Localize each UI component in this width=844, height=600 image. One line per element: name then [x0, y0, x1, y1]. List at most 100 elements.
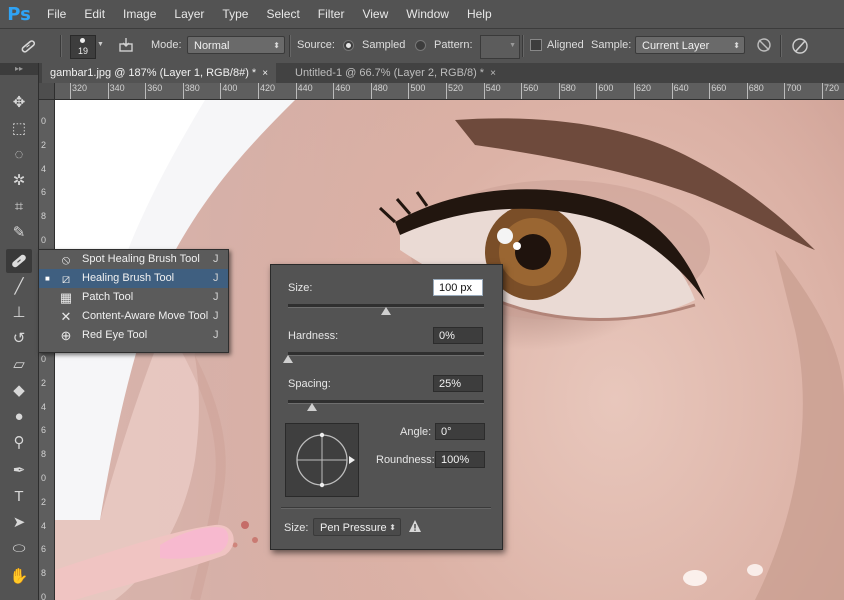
magic-wand-tool-icon[interactable]: ✲ [6, 169, 32, 193]
pen-tool-icon[interactable]: ✒ [6, 459, 32, 483]
menu-file[interactable]: File [38, 0, 75, 28]
spacing-slider-track[interactable] [288, 400, 484, 404]
roundness-input[interactable]: 100% [435, 451, 485, 468]
ruler-h-tick [746, 83, 748, 99]
ruler-h-tick [596, 83, 598, 99]
menu-select[interactable]: Select [257, 0, 308, 28]
horizontal-ruler[interactable]: 320 340 360 380 400 420 440 460 480 500 520 540 560 5… [38, 83, 844, 100]
move-tool-icon[interactable]: ✥ [6, 91, 32, 115]
ruler-h-label: 340 [109, 83, 125, 93]
sampled-radio[interactable] [343, 40, 354, 51]
ruler-h-label: 320 [72, 83, 88, 93]
pressure-size-label: Size: [284, 522, 309, 534]
source-label: Source: [297, 39, 335, 51]
spacing-input[interactable]: 25% [433, 375, 483, 392]
menu-edit[interactable]: Edit [75, 0, 114, 28]
brush-picker[interactable]: 19 [70, 35, 96, 59]
mode-label: Mode: [151, 39, 182, 51]
size-input[interactable]: 100 px [433, 279, 483, 296]
ellipse-tool-icon[interactable]: ⬭ [6, 537, 32, 561]
lasso-tool-icon[interactable]: ◌ [6, 143, 32, 167]
options-separator [780, 35, 782, 57]
ruler-h-tick [446, 83, 447, 99]
history-brush-tool-icon[interactable]: ↺ [6, 327, 32, 351]
ruler-h-label: 540 [485, 83, 501, 93]
healing-brush-tool-icon[interactable] [6, 249, 32, 273]
hardness-input[interactable]: 0% [433, 327, 483, 344]
hardness-slider-thumb[interactable] [283, 355, 293, 363]
menu-image[interactable]: Image [114, 0, 165, 28]
ruler-v-label: 4 [41, 401, 47, 412]
ignore-adjustment-layers-icon[interactable] [754, 36, 774, 56]
flyout-content-aware-move[interactable]: ✕ Content-Aware Move Tool J [39, 307, 228, 326]
clone-stamp-tool-icon[interactable]: ⊥ [6, 301, 32, 325]
menu-type[interactable]: Type [213, 0, 257, 28]
size-slider-thumb[interactable] [381, 307, 391, 315]
chevron-updown-icon: ⬍ [389, 523, 396, 532]
close-icon[interactable]: × [490, 68, 496, 79]
tab-gambar1[interactable]: gambar1.jpg @ 187% (Layer 1, RGB/8#) * × [42, 63, 277, 83]
sample-dropdown[interactable]: Current Layer ⬍ [635, 36, 745, 54]
ruler-h-tick [258, 83, 259, 99]
type-tool-icon[interactable]: T [6, 485, 32, 509]
angle-roundness-widget[interactable] [285, 423, 359, 497]
toggle-clone-source-icon[interactable] [116, 36, 136, 56]
ruler-v-label: 4 [41, 163, 47, 174]
ruler-h-tick [107, 83, 109, 99]
ruler-h-label: 620 [636, 83, 652, 93]
panel-separator [281, 507, 491, 509]
ruler-h-tick [558, 83, 560, 99]
tab-untitled-1[interactable]: Untitled-1 @ 66.7% (Layer 2, RGB/8) * × [287, 63, 504, 83]
ruler-h-tick [634, 83, 635, 99]
ruler-h-label: 380 [184, 83, 200, 93]
ruler-h-label: 500 [410, 83, 426, 93]
brush-tool-icon[interactable]: ╱ [6, 275, 32, 299]
angle-input[interactable]: 0° [435, 423, 485, 440]
ruler-h-label: 600 [598, 83, 614, 93]
size-control-dropdown[interactable]: Pen Pressure ⬍ [313, 518, 401, 536]
pressure-size-icon[interactable] [790, 36, 810, 56]
ruler-v-label: 6 [41, 425, 47, 436]
menu-help[interactable]: Help [458, 0, 501, 28]
spacing-slider-thumb[interactable] [306, 403, 317, 411]
ruler-h-label: 420 [260, 83, 276, 93]
marquee-tool-icon[interactable]: ⬚ [6, 117, 32, 141]
flyout-healing-brush[interactable]: ■ ⧄ Healing Brush Tool J [39, 269, 228, 288]
close-icon[interactable]: × [262, 68, 268, 79]
dodge-tool-icon[interactable]: ⚲ [6, 431, 32, 455]
flyout-patch[interactable]: ▦ Patch Tool J [39, 288, 228, 307]
eraser-tool-icon[interactable]: ▱ [6, 353, 32, 377]
pattern-picker-arrow-icon: ▼ [509, 42, 516, 49]
crop-tool-icon[interactable]: ⌗ [6, 195, 32, 219]
ruler-v-label: 4 [41, 520, 47, 531]
panel-grip[interactable]: ▸▸ [0, 63, 38, 75]
flyout-spot-healing-brush[interactable]: ⦸ Spot Healing Brush Tool J [39, 250, 228, 269]
hand-tool-icon[interactable]: ✋ [6, 565, 32, 589]
ruler-h-tick [709, 83, 711, 99]
menu-window[interactable]: Window [397, 0, 458, 28]
pattern-radio[interactable] [415, 40, 426, 51]
ruler-v-label: 0 [41, 354, 47, 364]
ruler-v-label: 6 [41, 187, 47, 198]
ruler-v-label: 6 [41, 544, 47, 555]
brush-picker-arrow-icon[interactable]: ▼ [97, 41, 104, 48]
options-bar: 19 ▼ Mode: Normal ⬍ Source: Sampled Patt… [0, 28, 844, 64]
aligned-checkbox[interactable] [530, 39, 542, 51]
size-control-value: Pen Pressure [320, 522, 387, 534]
hardness-slider-track[interactable] [288, 352, 484, 356]
pattern-picker[interactable]: ▼ [480, 35, 520, 59]
path-selection-tool-icon[interactable]: ➤ [6, 511, 32, 535]
ruler-origin[interactable] [38, 83, 55, 100]
ruler-h-tick [333, 83, 335, 99]
content-aware-move-icon: ✕ [60, 309, 72, 324]
ruler-v-label: 0 [41, 592, 47, 600]
flyout-red-eye[interactable]: ⊕ Red Eye Tool J [39, 326, 228, 345]
healing-brush-preset-icon[interactable] [18, 36, 38, 56]
menu-layer[interactable]: Layer [165, 0, 213, 28]
mode-dropdown[interactable]: Normal ⬍ [187, 36, 285, 54]
paint-bucket-tool-icon[interactable]: ◆ [6, 379, 32, 403]
menu-filter[interactable]: Filter [309, 0, 354, 28]
menu-view[interactable]: View [353, 0, 397, 28]
blur-tool-icon[interactable]: ● [6, 405, 32, 429]
eyedropper-tool-icon[interactable]: ✎ [6, 221, 32, 245]
